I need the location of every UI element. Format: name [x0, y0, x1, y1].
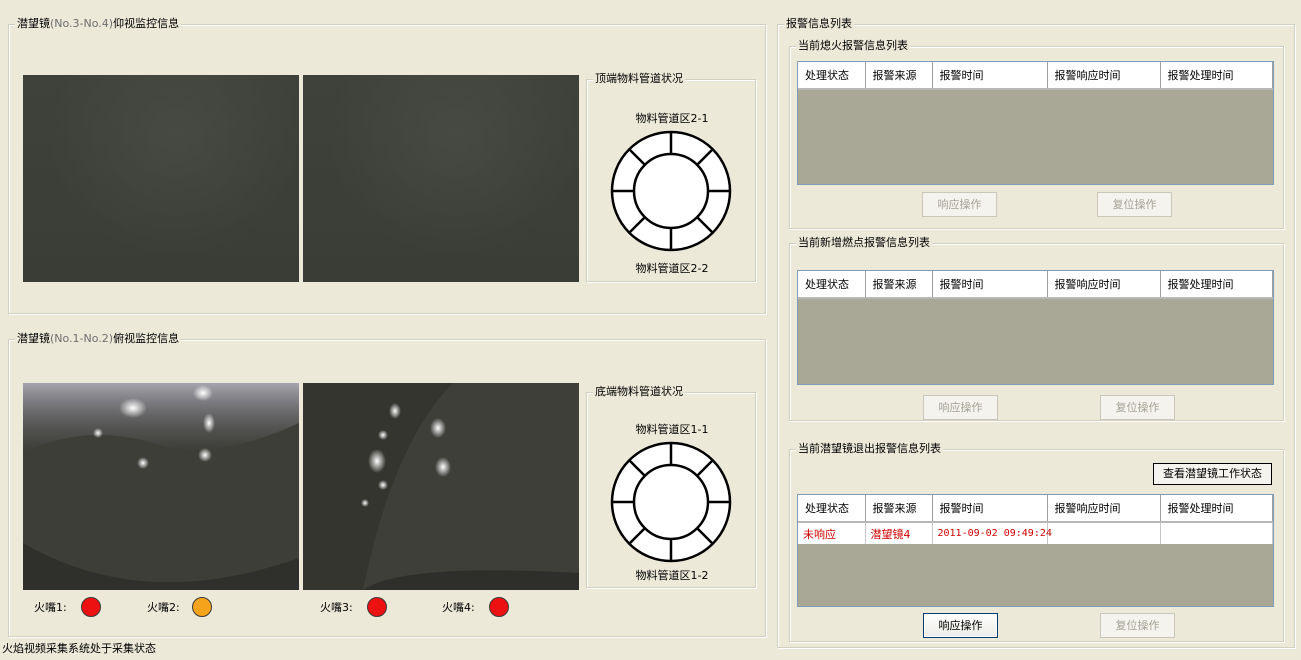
camera-view-no4	[303, 75, 579, 282]
column-header-status[interactable]: 处理状态	[798, 62, 866, 90]
alarm-list-title: 报警信息列表	[784, 17, 854, 31]
column-header-response-time[interactable]: 报警响应时间	[1047, 495, 1161, 523]
column-header-handle-time[interactable]: 报警处理时间	[1160, 271, 1273, 299]
bottom-monitor-title: 潜望镜(No.1-No.2)俯视监控信息	[15, 332, 182, 346]
pipe-ring-diagram-top	[610, 130, 732, 252]
bottom-pipe-status-title: 底端物料管道状况	[593, 385, 685, 399]
column-header-status[interactable]: 处理状态	[798, 495, 866, 523]
status-bar-text: 火焰视频采集系统处于采集状态	[2, 642, 156, 655]
column-header-time[interactable]: 报警时间	[932, 62, 1048, 90]
top-monitor-panel: 潜望镜(No.3-No.4)仰视监控信息 顶端物料管道状况 物料管道区2-1 物…	[8, 17, 766, 314]
new-fire-alarm-group: 当前新增燃点报警信息列表 处理状态 报警来源 报警时间 报警响应时间 报警处理时…	[789, 236, 1284, 421]
top-pipe-status-title: 顶端物料管道状况	[593, 72, 685, 86]
nozzle-4-indicator	[489, 597, 509, 617]
new-fire-alarm-title: 当前新增燃点报警信息列表	[796, 236, 932, 250]
nozzle-1-indicator	[81, 597, 101, 617]
column-header-source[interactable]: 报警来源	[865, 495, 933, 523]
flameout-reset-button[interactable]: 复位操作	[1097, 192, 1172, 217]
column-header-time[interactable]: 报警时间	[932, 495, 1048, 523]
flameout-alarm-table[interactable]: 处理状态 报警来源 报警时间 报警响应时间 报警处理时间	[797, 61, 1274, 185]
nozzle-3-indicator	[367, 597, 387, 617]
nozzle-3-label: 火嘴3:	[320, 601, 353, 614]
pipe-ring-diagram-bottom	[610, 441, 732, 563]
nozzle-1-label: 火嘴1:	[34, 601, 67, 614]
pipe-zone-1-2-label: 物料管道区1-2	[635, 569, 709, 582]
row-response-time-cell[interactable]	[1047, 522, 1161, 544]
camera-view-no2	[303, 383, 579, 590]
column-header-handle-time[interactable]: 报警处理时间	[1160, 495, 1273, 523]
pipe-zone-2-2-label: 物料管道区2-2	[635, 262, 709, 275]
column-header-response-time[interactable]: 报警响应时间	[1047, 271, 1161, 299]
table-row[interactable]: 未响应 潜望镜4 2011-09-02 09:49:24	[798, 522, 1273, 544]
bottom-pipe-status-group: 底端物料管道状况 物料管道区1-1 物料管道区1-2	[586, 385, 756, 588]
top-pipe-status-group: 顶端物料管道状况 物料管道区2-1 物料管道区2-2	[586, 72, 756, 282]
column-header-response-time[interactable]: 报警响应时间	[1047, 62, 1161, 90]
column-header-status[interactable]: 处理状态	[798, 271, 866, 299]
periscope-exit-alarm-title: 当前潜望镜退出报警信息列表	[796, 442, 943, 456]
nozzle-2-label: 火嘴2:	[147, 601, 180, 614]
new-fire-reset-button[interactable]: 复位操作	[1100, 395, 1175, 420]
flameout-alarm-title: 当前熄火报警信息列表	[796, 39, 910, 53]
column-header-source[interactable]: 报警来源	[865, 62, 933, 90]
nozzle-4-label: 火嘴4:	[442, 601, 475, 614]
view-periscope-status-button[interactable]: 查看潜望镜工作状态	[1153, 463, 1272, 485]
camera-view-no1	[23, 383, 299, 590]
periscope-exit-alarm-table[interactable]: 处理状态 报警来源 报警时间 报警响应时间 报警处理时间 未响应 潜望镜4 20…	[797, 494, 1274, 607]
top-monitor-title: 潜望镜(No.3-No.4)仰视监控信息	[15, 17, 182, 31]
new-fire-alarm-table[interactable]: 处理状态 报警来源 报警时间 报警响应时间 报警处理时间	[797, 270, 1274, 385]
nozzle-2-indicator	[192, 597, 212, 617]
row-status-cell[interactable]: 未响应	[798, 522, 866, 544]
pipe-zone-1-1-label: 物料管道区1-1	[635, 423, 709, 436]
row-time-cell[interactable]: 2011-09-02 09:49:24	[932, 522, 1052, 544]
pipe-zone-2-1-label: 物料管道区2-1	[635, 112, 709, 125]
camera-view-no3	[23, 75, 299, 282]
column-header-source[interactable]: 报警来源	[865, 271, 933, 299]
periscope-exit-reset-button[interactable]: 复位操作	[1100, 613, 1175, 638]
column-header-handle-time[interactable]: 报警处理时间	[1160, 62, 1273, 90]
periscope-exit-respond-button[interactable]: 响应操作	[923, 613, 998, 638]
flameout-respond-button[interactable]: 响应操作	[922, 192, 997, 217]
bottom-monitor-panel: 潜望镜(No.1-No.2)俯视监控信息 底端物料管道状况 物料管道区1-1 物…	[8, 332, 766, 637]
flameout-alarm-group: 当前熄火报警信息列表 处理状态 报警来源 报警时间 报警响应时间 报警处理时间 …	[789, 39, 1284, 229]
periscope-exit-alarm-group: 当前潜望镜退出报警信息列表 查看潜望镜工作状态 处理状态 报警来源 报警时间 报…	[789, 442, 1284, 642]
new-fire-respond-button[interactable]: 响应操作	[923, 395, 998, 420]
column-header-time[interactable]: 报警时间	[932, 271, 1048, 299]
row-handle-time-cell[interactable]	[1160, 522, 1273, 544]
row-source-cell[interactable]: 潜望镜4	[865, 522, 933, 544]
alarm-list-panel: 报警信息列表 当前熄火报警信息列表 处理状态 报警来源 报警时间 报警响应时间 …	[777, 17, 1295, 648]
